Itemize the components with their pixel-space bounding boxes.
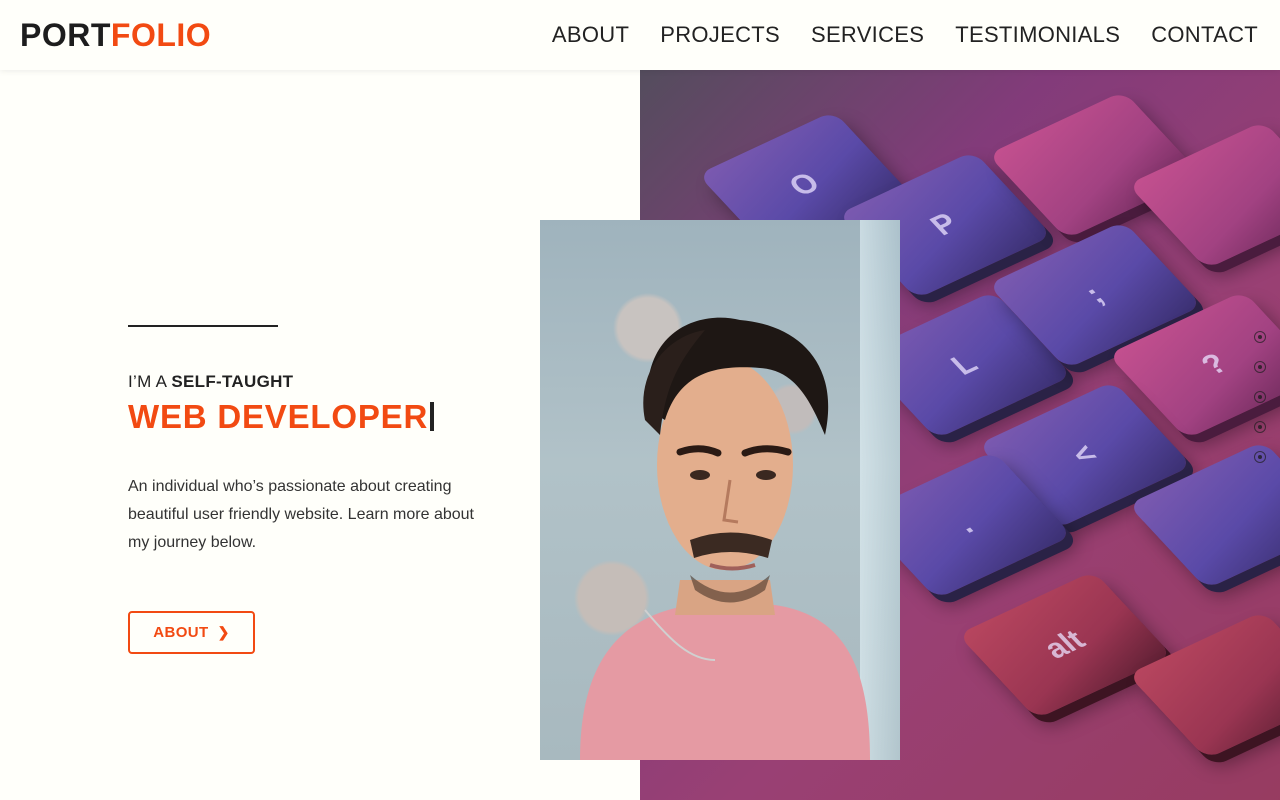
main-nav: ABOUT PROJECTS SERVICES TESTIMONIALS CON… xyxy=(552,21,1258,49)
logo[interactable]: PORTFOLIO xyxy=(20,16,211,54)
kicker-prefix: I’M A xyxy=(128,372,167,391)
about-button[interactable]: ABOUT ❯ xyxy=(128,611,255,654)
hero-kicker: I’M A SELF-TAUGHT xyxy=(128,372,508,392)
circle-dot-icon[interactable] xyxy=(1254,391,1266,403)
about-button-label: ABOUT xyxy=(153,624,209,641)
hero-headline: WEB DEVELOPER xyxy=(128,397,508,437)
chevron-right-icon: ❯ xyxy=(217,624,230,640)
divider-line xyxy=(128,325,278,327)
circle-dot-icon[interactable] xyxy=(1254,331,1266,343)
logo-primary: PORT xyxy=(20,17,111,53)
profile-photo xyxy=(540,220,900,760)
keyboard-key: alt xyxy=(957,571,1173,719)
hero-intro: I’M A SELF-TAUGHT WEB DEVELOPER An indiv… xyxy=(128,325,508,573)
nav-contact-link[interactable]: CONTACT xyxy=(1151,21,1258,49)
typing-caret xyxy=(430,402,435,431)
nav-services-link[interactable]: SERVICES xyxy=(811,21,924,49)
section-dots xyxy=(1254,331,1266,463)
nav-projects-link[interactable]: PROJECTS xyxy=(660,21,780,49)
kicker-strong: SELF-TAUGHT xyxy=(171,372,294,391)
nav-about-link[interactable]: ABOUT xyxy=(552,21,629,49)
circle-dot-icon[interactable] xyxy=(1254,451,1266,463)
headline-text: WEB DEVELOPER xyxy=(128,398,429,435)
circle-dot-icon[interactable] xyxy=(1254,421,1266,433)
logo-accent: FOLIO xyxy=(110,17,212,53)
circle-dot-icon[interactable] xyxy=(1254,361,1266,373)
nav-testimonials-link[interactable]: TESTIMONIALS xyxy=(955,21,1120,49)
hero-description: An individual who’s passionate about cre… xyxy=(128,478,474,551)
person-illustration xyxy=(580,317,870,760)
site-header: PORTFOLIO ABOUT PROJECTS SERVICES TESTIM… xyxy=(0,0,1280,70)
